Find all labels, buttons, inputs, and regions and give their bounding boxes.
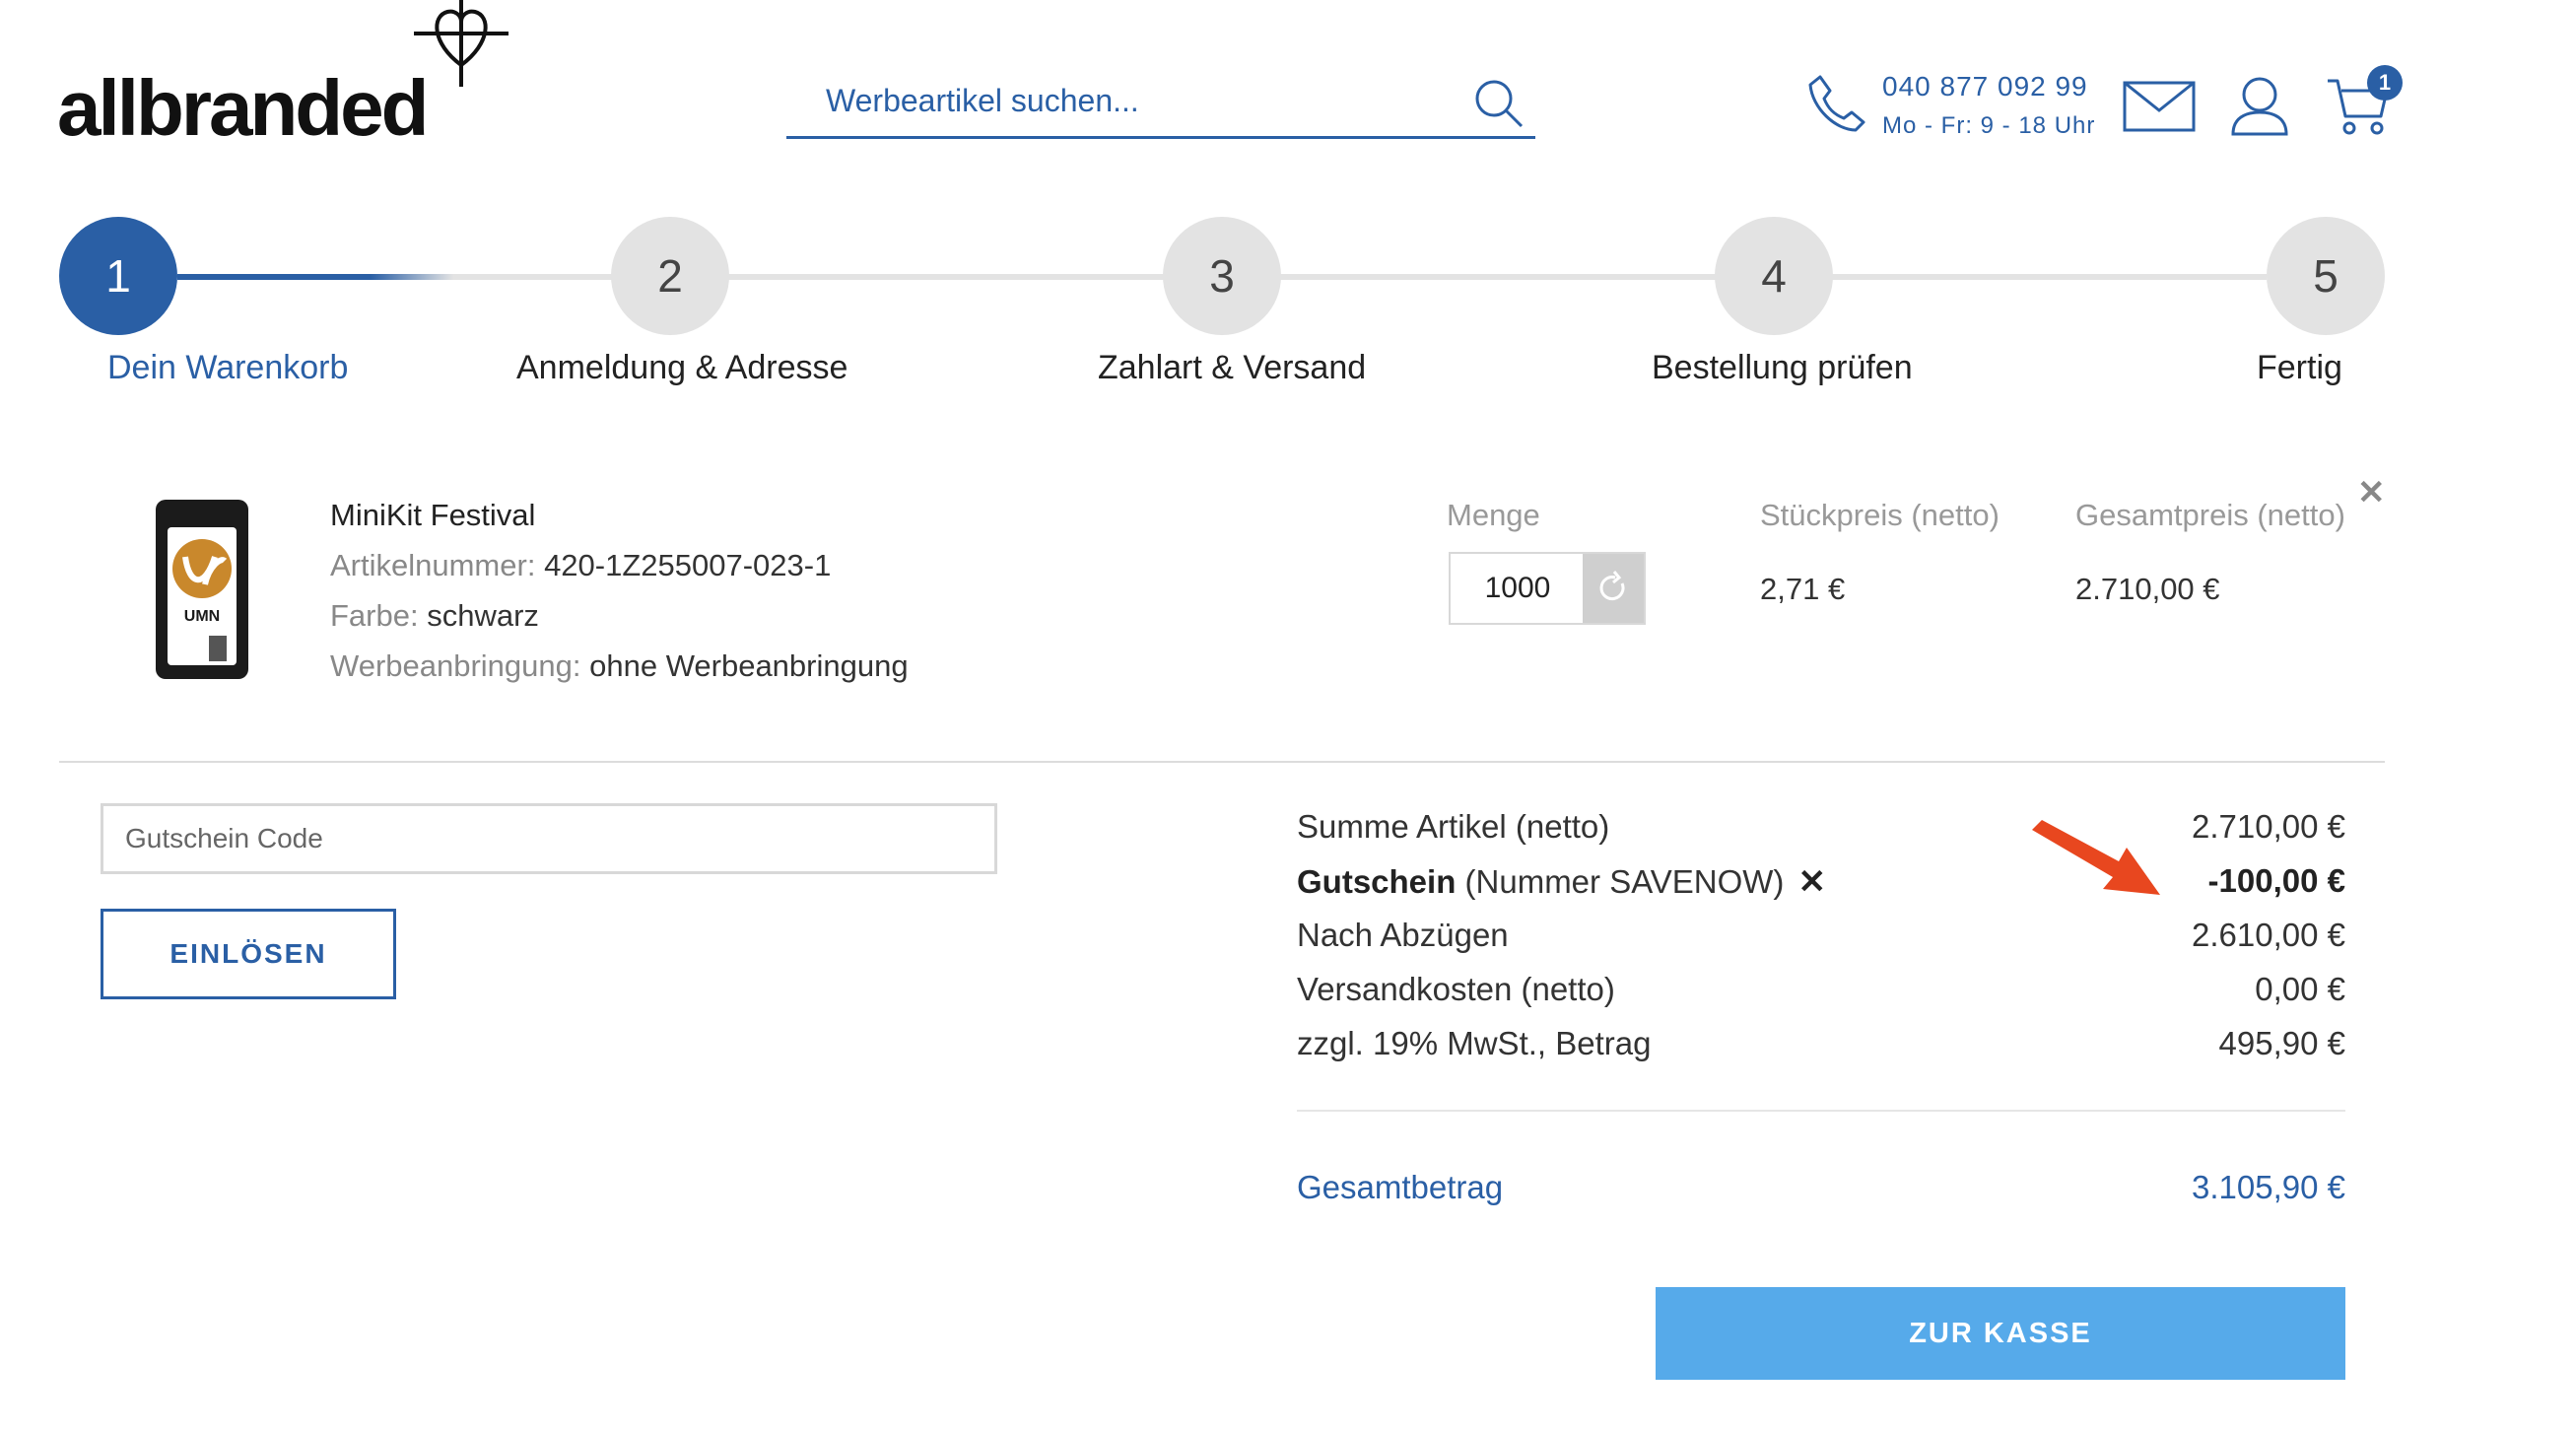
coupon-code-input[interactable] [101, 803, 997, 874]
section-divider [59, 761, 2385, 763]
after-discount-value: 2.610,00 € [2192, 917, 2345, 953]
voucher-label: Gutschein [1297, 863, 1457, 900]
mail-icon[interactable] [2123, 81, 2196, 137]
checkout-button[interactable]: ZUR KASSE [1656, 1287, 2345, 1380]
unit-price-header: Stückpreis (netto) [1760, 498, 2000, 532]
summary-row-voucher: Gutschein (Nummer SAVENOW) ✕ -100,00 € [1297, 862, 2345, 912]
unit-price: 2,71 € [1760, 572, 1846, 606]
vat-value: 495,90 € [2218, 1025, 2345, 1061]
vat-label: zzgl. 19% MwSt., Betrag [1297, 1025, 1652, 1061]
step-4-label: Bestellung prüfen [1652, 349, 1913, 386]
progress-track-active [177, 274, 453, 280]
color-row: Farbe: schwarz [330, 598, 539, 634]
grand-total-value: 3.105,90 € [2192, 1169, 2345, 1205]
step-4-circle: 4 [1715, 217, 1833, 335]
summary-row-after-discount: Nach Abzügen 2.610,00 € [1297, 917, 2345, 966]
summary-row-shipping: Versandkosten (netto) 0,00 € [1297, 971, 2345, 1020]
site-logo[interactable]: allbranded [57, 69, 430, 148]
article-number-label: Artikelnummer: [330, 548, 536, 582]
remove-voucher-icon[interactable]: ✕ [1797, 862, 1826, 902]
step-3-label: Zahlart & Versand [1098, 349, 1367, 386]
summary-row-subtotal: Summe Artikel (netto) 2.710,00 € [1297, 808, 2345, 857]
product-image-logo-text: UMN [184, 608, 220, 625]
step-1-label[interactable]: Dein Warenkorb [107, 349, 348, 387]
phone-number[interactable]: 040 877 092 99 [1882, 71, 2088, 102]
search-icon[interactable] [1472, 77, 1525, 135]
branding-row: Werbeanbringung: ohne Werbeanbringung [330, 648, 909, 684]
step-2-label: Anmeldung & Adresse [516, 349, 848, 386]
product-image[interactable]: UMN [148, 498, 256, 686]
opening-hours: Mo - Fr: 9 - 18 Uhr [1882, 112, 2096, 139]
step-1-circle[interactable]: 1 [59, 217, 177, 335]
grand-total-label: Gesamtbetrag [1297, 1169, 1504, 1205]
total-price-header: Gesamtpreis (netto) [2075, 498, 2345, 532]
quantity-input[interactable]: 1000 [1451, 554, 1585, 623]
step-2-circle: 2 [611, 217, 729, 335]
after-discount-label: Nach Abzügen [1297, 917, 1509, 953]
color-label: Farbe: [330, 598, 419, 633]
branding-value: ohne Werbeanbringung [589, 648, 909, 683]
step-5-circle: 5 [2267, 217, 2385, 335]
voucher-code: (Nummer SAVENOW) [1464, 863, 1785, 900]
subtotal-label: Summe Artikel (netto) [1297, 808, 1610, 845]
quantity-stepper[interactable]: 1000 [1449, 552, 1646, 625]
summary-divider [1297, 1110, 2345, 1112]
cart-count-badge[interactable]: 1 [2367, 65, 2403, 101]
shipping-value: 0,00 € [2255, 971, 2345, 1007]
step-3-circle: 3 [1163, 217, 1281, 335]
remove-item-icon[interactable]: ✕ [2357, 473, 2386, 512]
line-total-price: 2.710,00 € [2075, 572, 2220, 606]
summary-row-vat: zzgl. 19% MwSt., Betrag 495,90 € [1297, 1025, 2345, 1074]
search-input[interactable]: Werbeartikel suchen... [826, 83, 1139, 119]
user-account-icon[interactable] [2229, 75, 2290, 143]
redeem-coupon-button[interactable]: EINLÖSEN [101, 909, 396, 999]
article-number-row: Artikelnummer: 420-1Z255007-023-1 [330, 548, 831, 583]
refresh-quantity-button[interactable] [1583, 554, 1644, 623]
branding-label: Werbeanbringung: [330, 648, 581, 683]
step-5-label: Fertig [2257, 349, 2342, 386]
article-number-value: 420-1Z255007-023-1 [544, 548, 832, 582]
product-name[interactable]: MiniKit Festival [330, 498, 535, 533]
subtotal-value: 2.710,00 € [2192, 808, 2345, 845]
phone-icon[interactable] [1806, 73, 1865, 139]
color-value: schwarz [427, 598, 539, 633]
annotation-arrow-icon [2028, 818, 2166, 902]
voucher-value: -100,00 € [2207, 862, 2345, 899]
logo-heart-icon [412, 0, 510, 94]
shipping-label: Versandkosten (netto) [1297, 971, 1615, 1007]
quantity-header: Menge [1447, 498, 1540, 532]
search-bar[interactable]: Werbeartikel suchen... [786, 71, 1535, 139]
